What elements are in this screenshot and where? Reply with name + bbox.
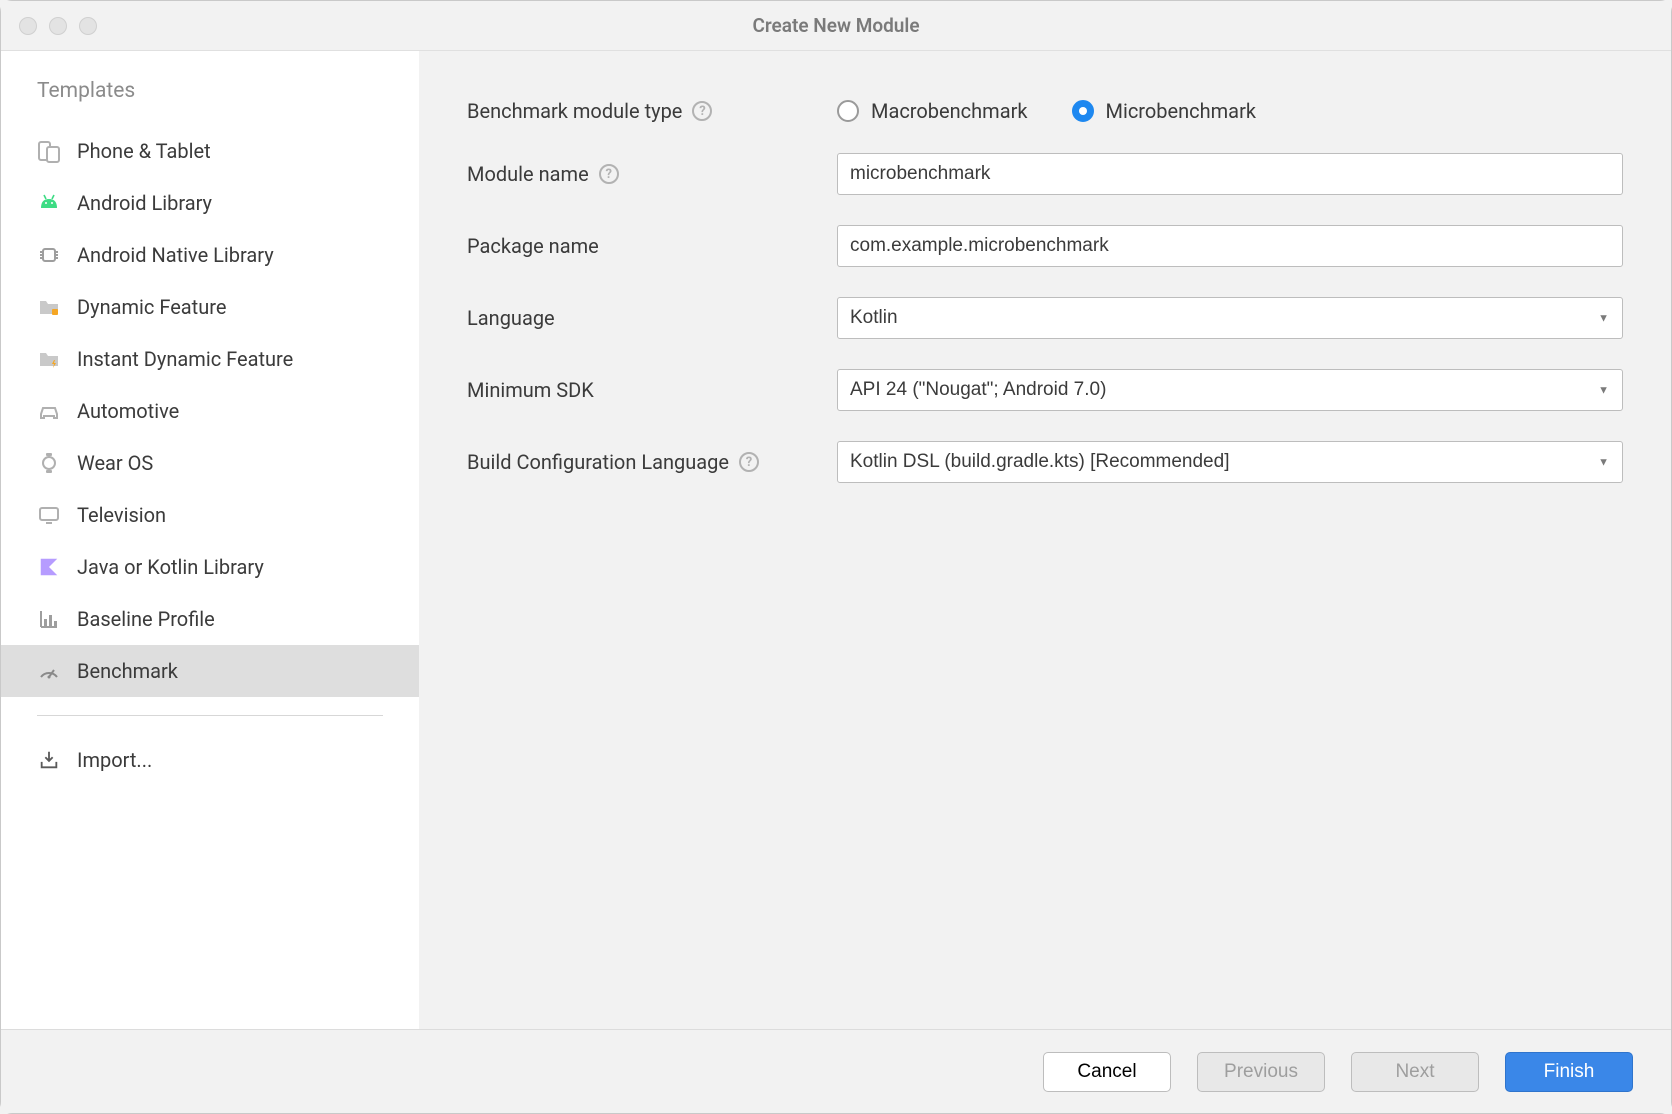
form-panel: Benchmark module type ? Macrobenchmark M… bbox=[419, 51, 1671, 1029]
template-baseline-profile[interactable]: Baseline Profile bbox=[1, 593, 419, 645]
template-label: Benchmark bbox=[77, 659, 178, 683]
sidebar-heading: Templates bbox=[1, 79, 419, 125]
minimize-window-button[interactable] bbox=[49, 17, 67, 35]
car-icon bbox=[37, 399, 61, 423]
cancel-button[interactable]: Cancel bbox=[1043, 1052, 1171, 1092]
module-name-label: Module name bbox=[467, 162, 589, 186]
template-label: Dynamic Feature bbox=[77, 295, 226, 319]
window-controls bbox=[19, 17, 97, 35]
watch-icon bbox=[37, 451, 61, 475]
build-lang-select[interactable] bbox=[837, 441, 1623, 483]
radio-microbenchmark[interactable]: Microbenchmark bbox=[1072, 99, 1256, 123]
import-label: Import... bbox=[77, 748, 152, 772]
kotlin-icon bbox=[37, 555, 61, 579]
chip-icon bbox=[37, 243, 61, 267]
folder-instant-icon bbox=[37, 347, 61, 371]
templates-sidebar: Templates Phone & Tablet Android Library… bbox=[1, 51, 419, 1029]
template-dynamic-feature[interactable]: Dynamic Feature bbox=[1, 281, 419, 333]
template-benchmark[interactable]: Benchmark bbox=[1, 645, 419, 697]
radio-circle-icon bbox=[837, 100, 859, 122]
build-lang-label: Build Configuration Language bbox=[467, 450, 729, 474]
titlebar: Create New Module bbox=[1, 1, 1671, 51]
template-android-native-library[interactable]: Android Native Library bbox=[1, 229, 419, 281]
finish-button[interactable]: Finish bbox=[1505, 1052, 1633, 1092]
min-sdk-label: Minimum SDK bbox=[467, 378, 594, 402]
radio-circle-icon bbox=[1072, 100, 1094, 122]
tv-icon bbox=[37, 503, 61, 527]
template-label: Android Native Library bbox=[77, 243, 274, 267]
window-title: Create New Module bbox=[752, 14, 919, 37]
module-name-input[interactable] bbox=[837, 153, 1623, 195]
sidebar-divider bbox=[37, 715, 383, 716]
template-instant-dynamic-feature[interactable]: Instant Dynamic Feature bbox=[1, 333, 419, 385]
folder-dynamic-icon bbox=[37, 295, 61, 319]
template-import[interactable]: Import... bbox=[1, 734, 419, 786]
previous-button[interactable]: Previous bbox=[1197, 1052, 1325, 1092]
template-automotive[interactable]: Automotive bbox=[1, 385, 419, 437]
android-icon bbox=[37, 191, 61, 215]
profile-icon bbox=[37, 607, 61, 631]
help-icon[interactable]: ? bbox=[599, 164, 619, 184]
template-television[interactable]: Television bbox=[1, 489, 419, 541]
template-phone-tablet[interactable]: Phone & Tablet bbox=[1, 125, 419, 177]
import-icon bbox=[37, 748, 61, 772]
template-android-library[interactable]: Android Library bbox=[1, 177, 419, 229]
help-icon[interactable]: ? bbox=[692, 101, 712, 121]
template-label: Baseline Profile bbox=[77, 607, 215, 631]
benchmark-type-label: Benchmark module type bbox=[467, 99, 682, 123]
min-sdk-select[interactable] bbox=[837, 369, 1623, 411]
benchmark-icon bbox=[37, 659, 61, 683]
language-select[interactable] bbox=[837, 297, 1623, 339]
template-label: Wear OS bbox=[77, 451, 153, 475]
template-label: Television bbox=[77, 503, 166, 527]
template-label: Automotive bbox=[77, 399, 179, 423]
radio-macrobenchmark[interactable]: Macrobenchmark bbox=[837, 99, 1028, 123]
language-label: Language bbox=[467, 306, 555, 330]
zoom-window-button[interactable] bbox=[79, 17, 97, 35]
dialog-footer: Cancel Previous Next Finish bbox=[1, 1029, 1671, 1113]
phone-tablet-icon bbox=[37, 139, 61, 163]
package-name-label: Package name bbox=[467, 234, 599, 258]
template-wear-os[interactable]: Wear OS bbox=[1, 437, 419, 489]
radio-label: Microbenchmark bbox=[1106, 99, 1256, 123]
benchmark-type-radio-group: Macrobenchmark Microbenchmark bbox=[837, 99, 1256, 123]
help-icon[interactable]: ? bbox=[739, 452, 759, 472]
radio-label: Macrobenchmark bbox=[871, 99, 1028, 123]
template-label: Phone & Tablet bbox=[77, 139, 211, 163]
template-label: Android Library bbox=[77, 191, 212, 215]
next-button[interactable]: Next bbox=[1351, 1052, 1479, 1092]
close-window-button[interactable] bbox=[19, 17, 37, 35]
template-java-kotlin-library[interactable]: Java or Kotlin Library bbox=[1, 541, 419, 593]
template-label: Instant Dynamic Feature bbox=[77, 347, 293, 371]
template-label: Java or Kotlin Library bbox=[77, 555, 264, 579]
package-name-input[interactable] bbox=[837, 225, 1623, 267]
